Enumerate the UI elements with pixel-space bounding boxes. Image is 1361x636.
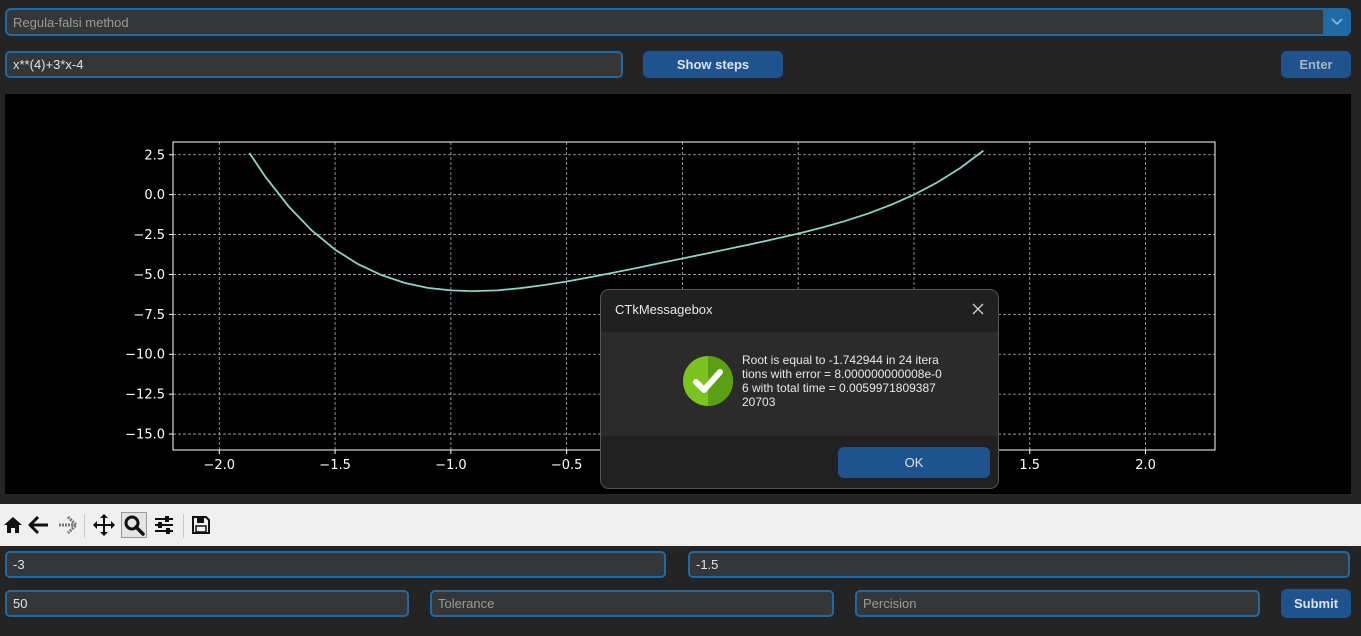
plot-toolbar <box>0 504 1361 546</box>
x-tick-label: −1.5 <box>319 458 351 473</box>
tolerance-input[interactable] <box>430 590 834 617</box>
upper-bound-input[interactable] <box>688 551 1350 578</box>
zoom-icon[interactable] <box>121 512 147 538</box>
home-icon[interactable] <box>0 512 26 538</box>
show-steps-button[interactable]: Show steps <box>643 51 783 78</box>
dialog-message: Root is equal to -1.742944 in 24 iterati… <box>742 353 942 409</box>
y-tick-label: −12.5 <box>125 388 165 403</box>
toolbar-separator <box>183 514 184 538</box>
toolbar-separator <box>84 514 85 538</box>
precision-input[interactable] <box>855 590 1260 617</box>
enter-button[interactable]: Enter <box>1281 51 1351 78</box>
lower-bound-input[interactable] <box>5 551 666 578</box>
dialog-titlebar: CTkMessagebox <box>601 290 998 332</box>
forward-icon[interactable] <box>54 512 80 538</box>
message-dialog: CTkMessagebox Root is equal to -1.742944… <box>600 289 999 489</box>
y-tick-label: −10.0 <box>125 348 165 363</box>
x-tick-label: 2.0 <box>1135 458 1156 473</box>
x-tick-label: −1.0 <box>435 458 467 473</box>
x-tick-label: −2.0 <box>204 458 236 473</box>
x-tick-label: 1.5 <box>1019 458 1040 473</box>
y-tick-label: 2.5 <box>144 148 165 163</box>
y-tick-label: −15.0 <box>125 428 165 443</box>
method-dropdown-value: Regula-falsi method <box>13 15 129 30</box>
check-circle-icon <box>683 356 733 406</box>
y-tick-label: −7.5 <box>133 308 165 323</box>
function-curve <box>248 149 984 293</box>
dialog-footer: OK <box>601 436 998 488</box>
chevron-down-icon[interactable] <box>1323 8 1351 36</box>
max-iterations-input[interactable] <box>5 590 409 617</box>
close-icon[interactable] <box>968 299 988 319</box>
pan-icon[interactable] <box>91 512 117 538</box>
y-tick-label: −5.0 <box>133 268 165 283</box>
back-icon[interactable] <box>26 512 52 538</box>
ok-button[interactable]: OK <box>838 447 990 478</box>
save-icon[interactable] <box>188 512 214 538</box>
method-dropdown[interactable]: Regula-falsi method <box>5 8 1351 36</box>
submit-button[interactable]: Submit <box>1281 589 1351 618</box>
dialog-title: CTkMessagebox <box>615 302 713 317</box>
y-tick-label: −2.5 <box>133 228 165 243</box>
configure-subplots-icon[interactable] <box>151 512 177 538</box>
x-tick-label: −0.5 <box>551 458 583 473</box>
y-tick-label: 0.0 <box>144 188 165 203</box>
function-input[interactable] <box>5 51 623 78</box>
